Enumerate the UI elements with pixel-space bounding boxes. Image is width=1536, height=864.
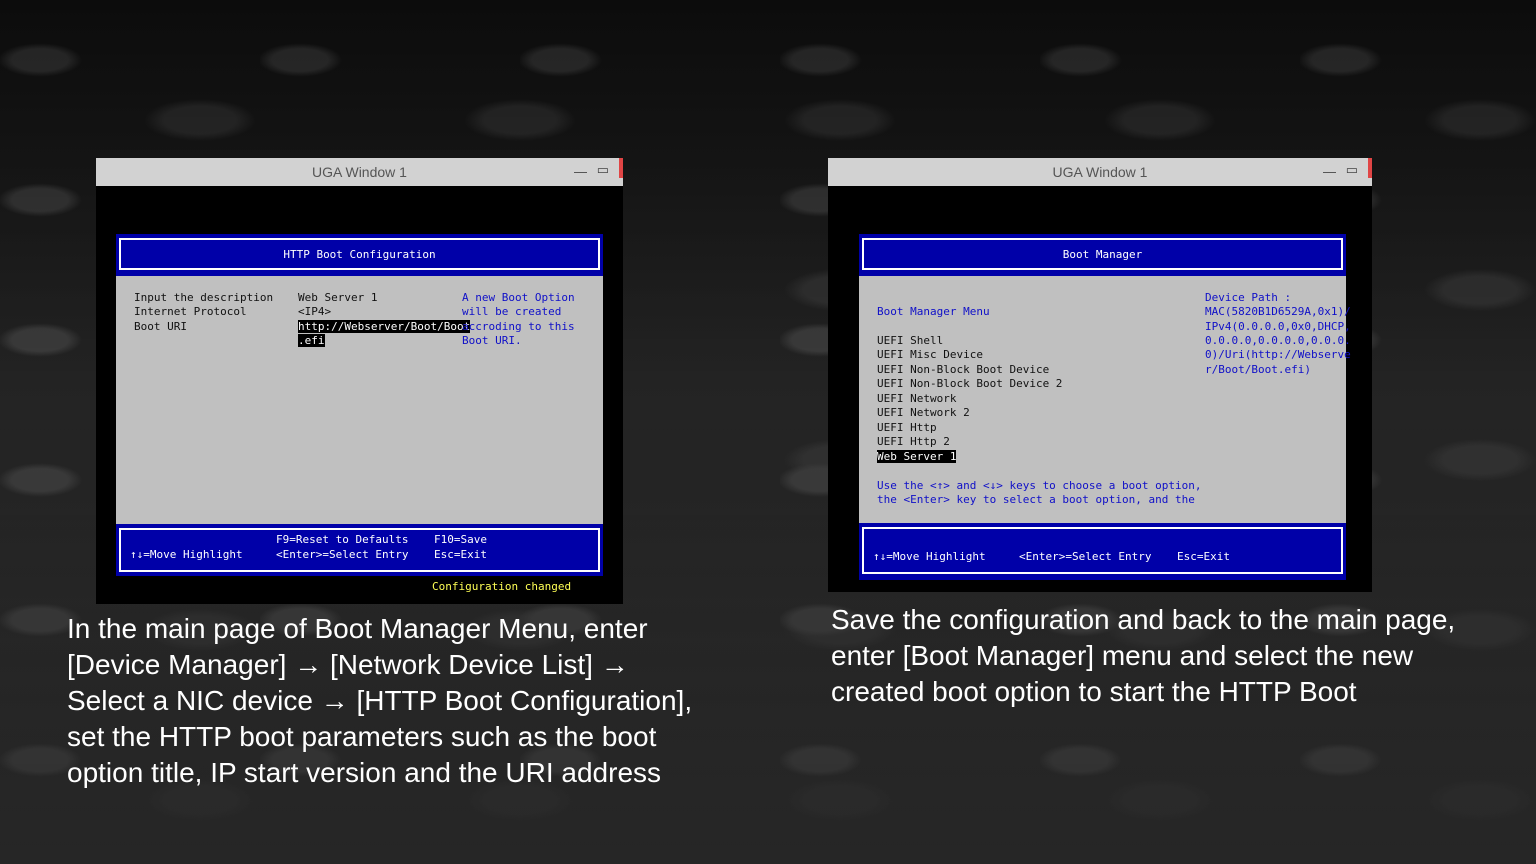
minimize-icon[interactable]: —: [574, 158, 587, 186]
form-area: Input the description Internet Protocol …: [116, 276, 603, 524]
boot-option[interactable]: UEFI Http 2: [877, 435, 950, 448]
help-text-line: will be created: [462, 305, 562, 318]
device-path-line: MAC(5820B1D6529A,0x1)/: [1205, 305, 1351, 318]
bios-screen: Boot Manager Boot Manager Menu UEFI Shel…: [859, 234, 1351, 580]
select-hint: <Enter>=Select Entry: [1019, 550, 1152, 563]
status-message: Configuration changed: [432, 580, 572, 593]
move-hint: ↑↓=Move Highlight: [873, 550, 986, 563]
caption-right: Save the configuration and back to the m…: [831, 602, 1521, 710]
window-title: UGA Window 1: [312, 164, 407, 180]
help-text-line: Boot URI.: [462, 334, 522, 347]
page-title: Boot Manager: [1062, 248, 1143, 261]
field-label-uri: Boot URI: [134, 320, 187, 333]
protocol-select[interactable]: <IP4>: [298, 305, 331, 318]
caption-line: created boot option to start the HTTP Bo…: [831, 676, 1357, 707]
hint-line: the <Enter> key to select a boot option,…: [877, 493, 1195, 506]
window-titlebar: UGA Window 1 — ▭: [828, 158, 1372, 186]
select-hint: <Enter>=Select Entry: [276, 548, 409, 561]
hint-line: Use the <↑> and <↓> keys to choose a boo…: [877, 479, 1202, 492]
menu-title: Boot Manager Menu: [877, 305, 990, 318]
field-label-protocol: Internet Protocol: [134, 305, 247, 318]
uri-field[interactable]: http://Webserver/Boot/Boot: [298, 320, 471, 333]
close-icon[interactable]: [619, 158, 623, 178]
caption-line: Select a NIC device → [HTTP Boot Configu…: [67, 685, 693, 716]
uri-field-line2: .efi: [298, 334, 325, 347]
selected-label: Web Server 1: [877, 450, 957, 463]
uri-field-cont[interactable]: .efi: [298, 334, 325, 347]
window-titlebar: UGA Window 1 — ▭: [96, 158, 623, 186]
field-label-description: Input the description: [134, 291, 274, 304]
maximize-icon[interactable]: ▭: [597, 156, 609, 184]
caption-line: In the main page of Boot Manager Menu, e…: [67, 613, 648, 644]
boot-option[interactable]: UEFI Shell: [877, 334, 943, 347]
footer-panel: ↑↓=Move Highlight <Enter>=Select Entry E…: [859, 523, 1346, 580]
boot-option[interactable]: UEFI Non-Block Boot Device 2: [877, 377, 1062, 390]
device-path-line: IPv4(0.0.0.0,0x0,DHCP,: [1205, 320, 1351, 333]
window-title: UGA Window 1: [1052, 164, 1148, 180]
uri-field-line1: http://Webserver/Boot/Boot: [298, 320, 471, 333]
minimize-icon[interactable]: —: [1323, 158, 1336, 186]
header-panel: Boot Manager: [859, 234, 1346, 276]
move-hint: ↑↓=Move Highlight: [130, 548, 243, 561]
help-text-line: accroding to this: [462, 320, 575, 333]
save-hint: F10=Save: [434, 533, 487, 546]
boot-option-selected[interactable]: Web Server 1: [877, 450, 957, 463]
caption-line: option title, IP start version and the U…: [67, 757, 662, 788]
boot-option[interactable]: UEFI Non-Block Boot Device: [877, 363, 1049, 376]
device-path-line: 0)/Uri(http://Webserve: [1205, 348, 1351, 361]
caption-left: In the main page of Boot Manager Menu, e…: [67, 611, 787, 791]
maximize-icon[interactable]: ▭: [1346, 156, 1358, 184]
bios-screen: HTTP Boot Configuration Input the descri…: [116, 234, 603, 604]
caption-line: [Device Manager] → [Network Device List]…: [67, 649, 629, 680]
uga-window-right: UGA Window 1 — ▭ Boot Manager Boot Manag…: [828, 158, 1372, 592]
caption-line: set the HTTP boot parameters such as the…: [67, 721, 657, 752]
exit-hint: Esc=Exit: [1177, 550, 1230, 563]
device-path-line: 0.0.0.0,0.0.0.0,0.0.0.: [1205, 334, 1351, 347]
boot-option[interactable]: UEFI Http: [877, 421, 937, 434]
page-title: HTTP Boot Configuration: [283, 248, 436, 261]
device-path-line: Device Path :: [1205, 291, 1292, 304]
boot-option[interactable]: UEFI Network: [877, 392, 956, 405]
menu-area: Boot Manager Menu UEFI Shell UEFI Misc D…: [859, 276, 1351, 523]
header-panel: HTTP Boot Configuration: [116, 234, 603, 276]
uga-window-left: UGA Window 1 — ▭ HTTP Boot Configuration…: [96, 158, 623, 604]
close-icon[interactable]: [1368, 158, 1372, 178]
caption-line: Save the configuration and back to the m…: [831, 604, 1456, 635]
caption-line: enter [Boot Manager] menu and select the…: [831, 640, 1414, 671]
exit-hint: Esc=Exit: [434, 548, 487, 561]
device-path-line: r/Boot/Boot.efi): [1205, 363, 1311, 376]
boot-option[interactable]: UEFI Network 2: [877, 406, 970, 419]
help-text-line: A new Boot Option: [462, 291, 575, 304]
footer-panel: F9=Reset to Defaults F10=Save ↑↓=Move Hi…: [116, 524, 603, 576]
reset-hint: F9=Reset to Defaults: [276, 533, 409, 546]
boot-option[interactable]: UEFI Misc Device: [877, 348, 983, 361]
description-field[interactable]: Web Server 1: [298, 291, 377, 304]
